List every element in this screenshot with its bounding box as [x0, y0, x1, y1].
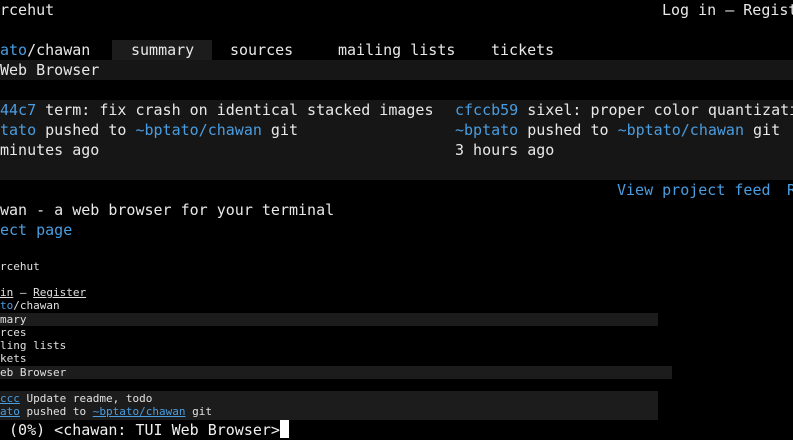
push-kind: git — [261, 121, 299, 139]
user-link[interactable]: ~bptato — [455, 121, 518, 139]
preview-owner: to — [0, 299, 14, 312]
breadcrumb-slash: / — [27, 41, 37, 59]
tab-summary[interactable]: summary — [131, 40, 194, 60]
preview-breadcrumb: to/chawan — [0, 299, 60, 312]
status-line: (0%) <chawan: TUI Web Browser> — [0, 420, 793, 440]
push-action: pushed to — [36, 121, 136, 139]
preview-login: in — [0, 286, 14, 299]
owner-link[interactable]: ato — [0, 41, 27, 59]
preview-desc-band — [0, 366, 672, 379]
preview-commit-msg: Update readme, todo — [19, 392, 153, 405]
event-2-time: 3 hours ago — [455, 141, 555, 159]
tab-sources[interactable]: sources — [230, 40, 293, 60]
tab-tickets[interactable]: tickets — [491, 40, 554, 60]
auth-separator: — — [716, 1, 744, 19]
repo-link[interactable]: ~bptato/chawan — [135, 121, 261, 139]
status-text: (0%) <chawan: TUI Web Browser> — [0, 421, 280, 439]
repo-breadcrumb: ato/chawan — [0, 40, 90, 60]
preview-user: ato — [0, 405, 20, 418]
preview-target: ~bptato/chawan — [92, 405, 186, 418]
project-description: Web Browser — [0, 61, 100, 79]
commit-message: sixel: proper color quantizati — [518, 101, 793, 119]
preview-kind: git — [185, 405, 212, 418]
description-band — [0, 60, 793, 80]
preview-tab-mailing-lists: ling lists — [0, 339, 67, 352]
push-kind: git — [744, 121, 781, 139]
preview-tab-band — [0, 313, 658, 326]
view-project-feed-link[interactable]: View project feed — [617, 180, 771, 200]
repo-link[interactable]: ~bptato/chawan — [618, 121, 744, 139]
cursor-block — [279, 420, 289, 438]
tab-mailing-lists[interactable]: mailing lists — [338, 40, 455, 60]
push-action: pushed to — [518, 121, 618, 139]
event-1-push: tato pushed to ~bptato/chawan git — [0, 120, 298, 140]
commit-hash-link[interactable]: 44c7 — [0, 101, 36, 119]
commit-hash-link[interactable]: cfccb59 — [455, 101, 518, 119]
preview-commit: ccc Update readme, todo — [0, 392, 152, 405]
preview-tab-tickets: kets — [0, 352, 27, 365]
event-2-push: ~bptato pushed to ~bptato/chawan git — [455, 120, 780, 140]
feed-extra-link[interactable]: R — [787, 180, 793, 200]
preview-commit-hash: ccc — [0, 392, 20, 405]
user-link[interactable]: tato — [0, 121, 36, 139]
preview-tab-sources: rces — [0, 326, 27, 339]
preview-repo: /chawan — [13, 299, 60, 312]
repo-name: chawan — [36, 41, 91, 59]
preview-push: ato pushed to ~bptato/chawan git — [0, 405, 212, 418]
preview-register: Register — [33, 286, 87, 299]
event-2-summary: cfccb59 sixel: proper color quantizati — [455, 100, 793, 120]
register-link[interactable]: Regist — [743, 1, 793, 19]
project-page-link[interactable]: ect page — [0, 220, 72, 240]
event-1-time: minutes ago — [0, 141, 100, 159]
site-brand[interactable]: rcehut — [0, 0, 54, 20]
preview-auth: in — Register — [0, 286, 86, 299]
preview-separator: — — [13, 286, 34, 299]
preview-description: eb Browser — [0, 366, 67, 379]
preview-action: pushed to — [19, 405, 93, 418]
event-1-summary: 44c7 term: fix crash on identical stacke… — [0, 100, 433, 120]
auth-links: Log in — Regist — [662, 0, 793, 20]
login-link[interactable]: Log in — [662, 1, 716, 19]
preview-brand: rcehut — [0, 260, 40, 273]
readme-tagline: wan - a web browser for your terminal — [0, 201, 335, 219]
commit-message: term: fix crash on identical stacked ima… — [36, 101, 434, 119]
preview-tab-summary: mary — [0, 313, 27, 326]
